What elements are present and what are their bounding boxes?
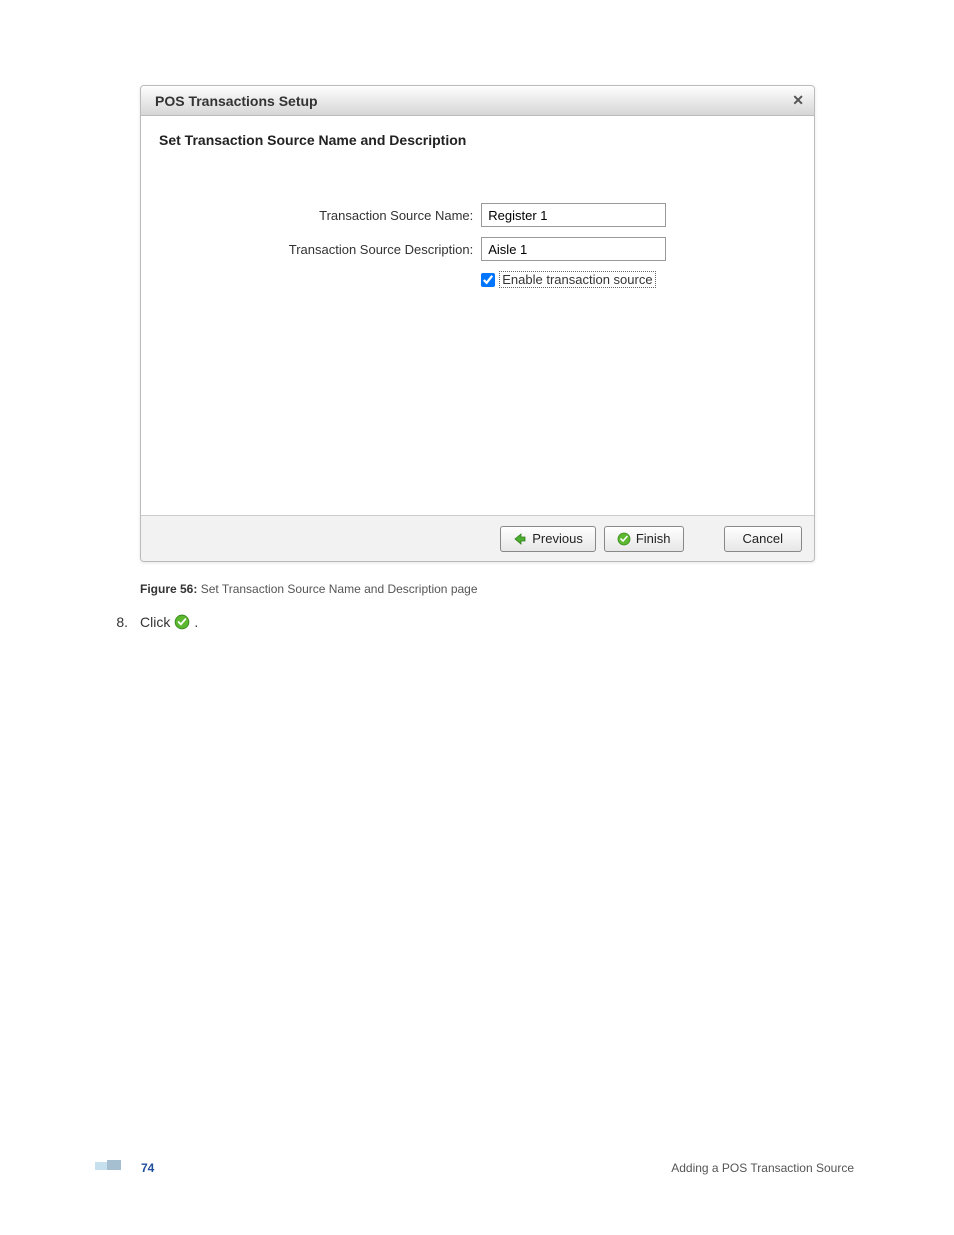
dialog-heading: Set Transaction Source Name and Descript… bbox=[159, 132, 796, 148]
figure-text: Set Transaction Source Name and Descript… bbox=[197, 582, 477, 596]
dialog-titlebar: POS Transactions Setup ✕ bbox=[141, 86, 814, 116]
figure-caption: Figure 56: Set Transaction Source Name a… bbox=[140, 582, 814, 596]
pos-setup-dialog: POS Transactions Setup ✕ Set Transaction… bbox=[140, 85, 815, 562]
arrow-left-icon bbox=[513, 532, 527, 546]
source-name-input[interactable] bbox=[481, 203, 666, 227]
footer-decoration bbox=[95, 1156, 131, 1175]
source-desc-label: Transaction Source Description: bbox=[289, 242, 474, 257]
check-circle-icon bbox=[617, 532, 631, 546]
previous-label: Previous bbox=[532, 531, 583, 546]
figure-number: Figure 56: bbox=[140, 582, 197, 596]
check-circle-icon bbox=[174, 614, 190, 630]
finish-label: Finish bbox=[636, 531, 671, 546]
footer-section-title: Adding a POS Transaction Source bbox=[671, 1161, 854, 1175]
close-icon[interactable]: ✕ bbox=[792, 92, 804, 109]
cancel-button[interactable]: Cancel bbox=[724, 526, 802, 552]
dialog-button-bar: Previous Finish Cancel bbox=[141, 516, 814, 561]
cancel-label: Cancel bbox=[743, 531, 783, 546]
finish-button[interactable]: Finish bbox=[604, 526, 684, 552]
step-text-pre: Click bbox=[140, 614, 170, 630]
previous-button[interactable]: Previous bbox=[500, 526, 596, 552]
step-number: 8. bbox=[110, 614, 140, 630]
source-name-label: Transaction Source Name: bbox=[289, 208, 474, 223]
source-desc-input[interactable] bbox=[481, 237, 666, 261]
page-number: 74 bbox=[141, 1161, 154, 1175]
enable-source-checkbox[interactable] bbox=[481, 273, 495, 287]
page-footer: 74 Adding a POS Transaction Source bbox=[0, 1156, 954, 1175]
enable-source-label: Enable transaction source bbox=[499, 271, 655, 288]
dialog-title: POS Transactions Setup bbox=[155, 93, 318, 109]
instruction-step: 8. Click . bbox=[110, 614, 814, 630]
step-text-post: . bbox=[194, 614, 198, 630]
dialog-content: Set Transaction Source Name and Descript… bbox=[141, 116, 814, 516]
